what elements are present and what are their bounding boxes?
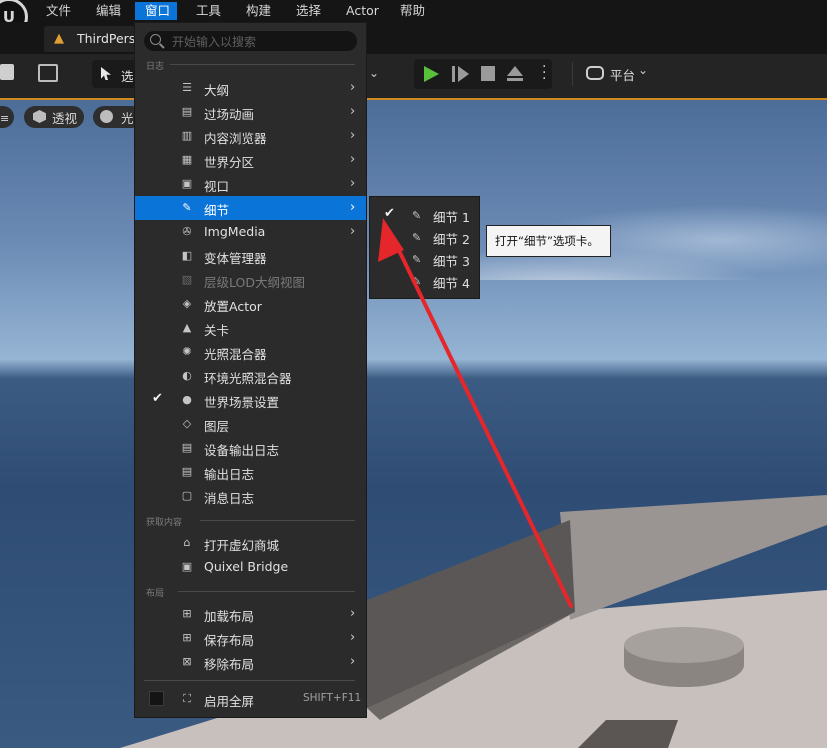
annotation-arrow [378, 218, 573, 608]
